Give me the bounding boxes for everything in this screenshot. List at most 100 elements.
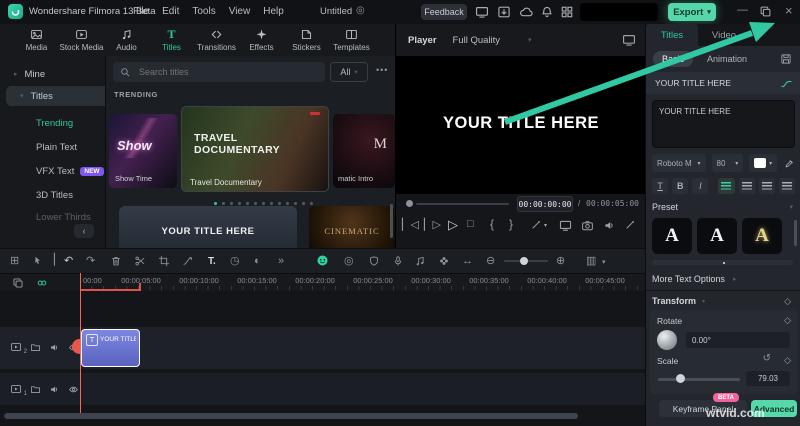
preset-header[interactable]: Preset ▾	[652, 202, 795, 212]
scale-slider-track[interactable]	[658, 378, 740, 381]
import-frame-icon[interactable]	[496, 4, 511, 19]
text-tool-icon[interactable]: T.	[208, 255, 216, 269]
timecode-current[interactable]: 00:00:00:00	[517, 196, 573, 212]
rotate-keyframe-icon[interactable]: ◇	[784, 315, 791, 326]
redo-icon[interactable]: ↷	[86, 254, 95, 268]
window-minimize-button[interactable]: —	[737, 4, 748, 16]
menu-help[interactable]: Help	[263, 6, 284, 17]
subtab-animation[interactable]: Animation	[707, 54, 747, 64]
crop-icon[interactable]	[158, 255, 170, 267]
signature-icon[interactable]	[780, 77, 793, 90]
zoom-slider-handle[interactable]	[520, 257, 528, 265]
motion-track-icon[interactable]: ◎	[344, 254, 354, 268]
align-center-button[interactable]	[739, 178, 755, 194]
template-card-cinematic-intro[interactable]: M matic Intro	[333, 114, 395, 188]
prev-frame-button[interactable]: ▏◁	[402, 218, 419, 231]
window-close-button[interactable]: ×	[785, 3, 793, 18]
tab-titles-inspector[interactable]: Titles	[646, 24, 698, 46]
align-justify-button[interactable]	[779, 178, 795, 194]
menu-file[interactable]: File	[133, 6, 149, 17]
cloud-upload-icon[interactable]	[518, 4, 533, 19]
delete-icon[interactable]	[110, 255, 122, 267]
tab-effects[interactable]: Effects	[239, 28, 284, 52]
notification-bell-icon[interactable]	[539, 4, 554, 19]
preview-canvas[interactable]: YOUR TITLE HERE	[396, 56, 646, 194]
tab-media[interactable]: Media	[14, 28, 59, 52]
tab-stickers[interactable]: Stickers	[284, 28, 329, 52]
preview-display-icon[interactable]	[622, 33, 636, 47]
rotate-knob[interactable]	[657, 330, 677, 350]
track-layout-button[interactable]: ▥	[586, 254, 596, 268]
preset-tile-2[interactable]: A	[697, 218, 737, 254]
tab-templates[interactable]: Templates	[329, 28, 374, 52]
search-input[interactable]	[137, 66, 291, 78]
mark-out-icon[interactable]: }	[509, 217, 513, 231]
notes-icon[interactable]	[414, 255, 426, 267]
more-options-icon[interactable]: •••	[376, 65, 388, 75]
tab-video-inspector[interactable]: Video	[698, 24, 750, 46]
timeline-scrollbar[interactable]	[4, 413, 578, 419]
shield-icon[interactable]	[368, 255, 380, 267]
collapse-sidebar-button[interactable]: ‹	[74, 224, 94, 238]
tab-stock-media[interactable]: Stock Media	[59, 28, 104, 52]
snapshot-camera-icon[interactable]	[581, 219, 594, 232]
subtab-basic[interactable]: Basic	[653, 51, 693, 67]
menu-tools[interactable]: Tools	[192, 6, 215, 17]
pen-tool-icon[interactable]	[624, 219, 636, 231]
title-card-your-title-here[interactable]: YOUR TITLE HERE	[119, 206, 297, 248]
font-color-select[interactable]: ▾	[749, 154, 777, 172]
title-text-input[interactable]: YOUR TITLE HERE	[652, 100, 795, 148]
italic-button[interactable]: I	[692, 178, 708, 194]
hide-track-icon[interactable]	[68, 384, 79, 395]
transform-header[interactable]: Transform ▾ ◇	[652, 296, 795, 306]
sidebar-group-mine[interactable]: ▸Mine	[0, 64, 119, 84]
stop-button[interactable]: □	[467, 218, 474, 230]
timeline-ruler[interactable]: 00:00 00:00:05:00 00:00:10:00 00:00:15:0…	[0, 273, 645, 291]
bold-button[interactable]: B	[672, 178, 688, 194]
fit-timeline-icon[interactable]: ↔	[462, 254, 473, 268]
preset-tile-1[interactable]: A	[652, 218, 692, 254]
project-info-icon[interactable]: ◎	[356, 5, 365, 16]
playhead[interactable]	[80, 273, 82, 413]
transform-keyframe-icon[interactable]: ◇	[784, 296, 791, 307]
zoom-out-button[interactable]: ⊖	[486, 254, 495, 268]
library-scrollbar[interactable]	[390, 204, 393, 238]
link-snap-icon[interactable]	[36, 277, 48, 289]
font-family-select[interactable]: Roboto M▾	[652, 154, 706, 172]
sidebar-group-titles[interactable]: ▾Titles	[6, 86, 112, 106]
edit-tools-icon[interactable]: ▾	[530, 219, 547, 231]
seek-track[interactable]	[416, 203, 509, 205]
mute-track-icon[interactable]	[49, 342, 60, 353]
zoom-in-button[interactable]: ⊕	[556, 254, 565, 268]
rotate-value-field[interactable]: 0.00°	[686, 332, 790, 348]
select-tool-icon[interactable]	[32, 255, 43, 266]
feedback-button[interactable]: Feedback	[421, 4, 467, 20]
scale-reset-icon[interactable]: ↺	[763, 353, 771, 364]
ai-assistant-icon[interactable]	[316, 254, 329, 267]
filter-select[interactable]: All▾	[330, 62, 368, 82]
template-card-show-time[interactable]: Show Show Time	[109, 114, 177, 188]
mark-in-icon[interactable]: {	[490, 217, 494, 231]
voice-mic-icon[interactable]	[392, 255, 404, 267]
more-text-options[interactable]: More Text Options ▸	[652, 274, 795, 284]
volume-speaker-icon[interactable]	[603, 219, 616, 232]
title-card-cinematic[interactable]: CINEMATIC	[309, 206, 395, 248]
resources-grid-icon[interactable]	[559, 4, 574, 19]
title-clip[interactable]: T YOUR TITLE ...	[81, 329, 140, 367]
inspector-scrollbar[interactable]	[794, 220, 797, 246]
font-size-select[interactable]: 80▾	[712, 154, 744, 172]
manage-tracks-icon[interactable]	[12, 277, 24, 289]
align-left-button[interactable]	[718, 178, 734, 194]
keyframe-flower-icon[interactable]	[438, 255, 450, 267]
search-box[interactable]	[113, 62, 325, 82]
scale-value-field[interactable]: 79.03	[746, 371, 790, 386]
text-settings-button[interactable]: T	[652, 178, 668, 194]
tab-titles[interactable]: TTitles	[149, 28, 194, 52]
scale-slider-handle[interactable]	[676, 374, 685, 383]
track-video[interactable]: 1	[0, 373, 645, 405]
scale-keyframe-icon[interactable]: ◇	[784, 355, 791, 366]
preset-tile-3[interactable]: A	[742, 218, 782, 254]
seek-handle[interactable]	[406, 200, 413, 207]
panel-grid-icon[interactable]: ⊞	[10, 254, 19, 268]
export-button[interactable]: Export▾	[668, 3, 716, 21]
